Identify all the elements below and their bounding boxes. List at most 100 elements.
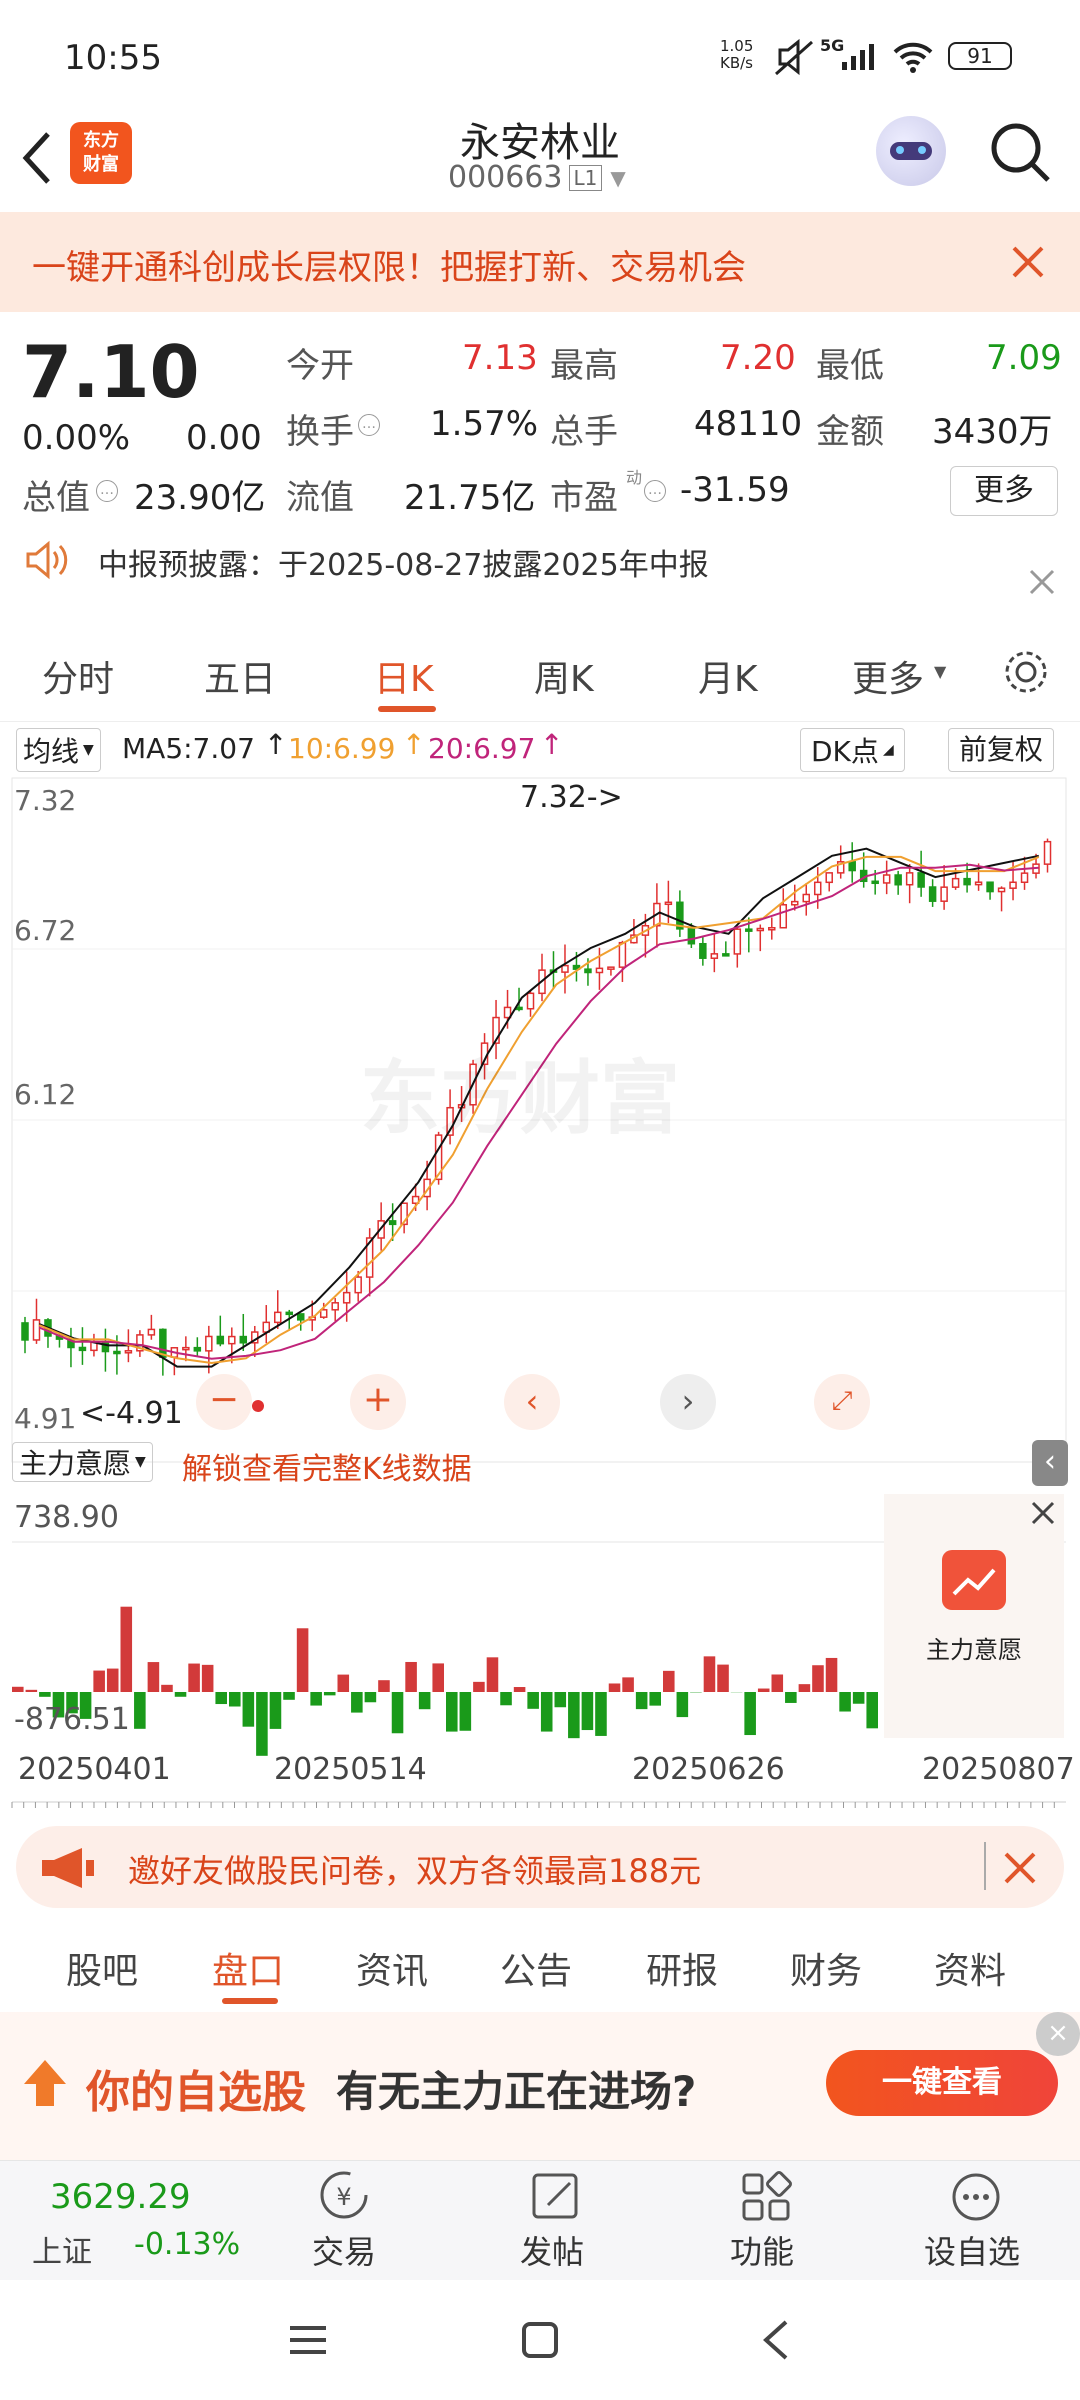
trade-icon[interactable]: ¥ xyxy=(316,2167,372,2223)
chevron-down-icon[interactable]: ▼ xyxy=(610,166,625,190)
trend-icon xyxy=(942,1550,1006,1610)
index-value[interactable]: 3629.29 xyxy=(50,2177,191,2217)
kline-svg[interactable] xyxy=(0,772,1080,1922)
tab-more[interactable]: 更多 xyxy=(852,650,924,702)
candle-body xyxy=(802,893,810,903)
index-pct: -0.13% xyxy=(134,2227,241,2262)
assistant-avatar[interactable] xyxy=(876,116,946,186)
date-label: 20250626 xyxy=(632,1752,785,1787)
dock-add-watch[interactable]: 设自选 xyxy=(924,2227,1020,2273)
candle-body xyxy=(791,900,799,906)
tab-announcement[interactable]: 公告 xyxy=(500,1942,572,1994)
candle-body xyxy=(963,877,971,886)
flow-bar xyxy=(676,1692,689,1718)
date-label: 20250807 xyxy=(922,1752,1075,1787)
tab-pankou[interactable]: 盘口 xyxy=(212,1942,284,1994)
signal-icon xyxy=(842,44,874,70)
candle-body xyxy=(756,927,765,932)
indicator-select[interactable]: 主力意愿 ▼ xyxy=(12,1442,153,1482)
candle-body xyxy=(147,1328,156,1336)
level-badge: L1 xyxy=(568,164,603,191)
expand-icon[interactable]: ⤢ xyxy=(814,1374,870,1430)
tab-zhouk[interactable]: 周K xyxy=(534,650,594,702)
flow-bar xyxy=(12,1686,24,1692)
info-icon[interactable]: … xyxy=(358,414,380,436)
tab-profile[interactable]: 资料 xyxy=(934,1942,1006,1994)
candle-body xyxy=(894,874,902,886)
menu-icon[interactable] xyxy=(288,2320,328,2360)
dk-label: DK点 xyxy=(811,735,879,768)
zoom-in-button[interactable]: + xyxy=(350,1374,406,1430)
candle-body xyxy=(526,992,535,1010)
view-button[interactable]: 一键查看 xyxy=(826,2050,1058,2116)
search-icon[interactable] xyxy=(988,120,1054,186)
close-icon[interactable] xyxy=(1030,1500,1056,1526)
close-icon[interactable] xyxy=(1000,1848,1040,1888)
back-icon[interactable] xyxy=(18,128,58,188)
chevron-down-icon[interactable]: ▼ xyxy=(934,662,946,681)
zoom-out-button[interactable]: − xyxy=(196,1374,252,1430)
flow-bar xyxy=(812,1665,824,1692)
flow-bar xyxy=(649,1692,661,1706)
date-label: 20250514 xyxy=(274,1752,427,1787)
flow-bar xyxy=(757,1688,770,1692)
candle-body xyxy=(101,1340,110,1353)
candle-body xyxy=(1009,881,1017,889)
close-icon[interactable]: × xyxy=(1036,2012,1080,2056)
flow-bar xyxy=(473,1681,485,1692)
invite-promo[interactable]: 邀好友做股民问卷，双方各领最高188元 xyxy=(16,1826,1064,1908)
flow-bar xyxy=(378,1680,390,1692)
flow-bar xyxy=(771,1674,784,1692)
last-price: 7.10 xyxy=(22,330,200,414)
home-icon[interactable] xyxy=(520,2320,560,2360)
notice-bar[interactable]: 中报预披露：于2025-08-27披露2025年中报 xyxy=(0,530,1080,622)
adjust-button[interactable]: 前复权 xyxy=(948,728,1055,772)
tab-rik[interactable]: 日K xyxy=(374,650,434,702)
candle-body xyxy=(687,928,696,945)
tab-finance[interactable]: 财务 xyxy=(790,1942,862,1994)
unlock-link[interactable]: 解锁查看完整K线数据 xyxy=(182,1444,472,1488)
candle-body xyxy=(182,1346,190,1351)
dock-trade[interactable]: 交易 xyxy=(312,2227,376,2273)
scroll-right-button[interactable]: › xyxy=(660,1374,716,1430)
close-icon[interactable] xyxy=(1028,568,1056,596)
dk-button[interactable]: DK点 ◢ xyxy=(800,728,905,772)
candle-body xyxy=(813,881,822,896)
post-icon[interactable] xyxy=(528,2169,584,2225)
dock-function[interactable]: 功能 xyxy=(730,2227,794,2273)
candle-body xyxy=(216,1335,225,1345)
collapse-icon[interactable]: ‹ xyxy=(1032,1440,1068,1486)
candle-body xyxy=(561,964,569,973)
kline-chart-area: 均线 ▼ MA5:7.07 ↑ 10:6.99 ↑ 20:6.97 ↑ DK点 ◢ … xyxy=(0,722,1080,1822)
tab-news[interactable]: 资讯 xyxy=(356,1942,428,1994)
dock-post[interactable]: 发帖 xyxy=(520,2227,584,2273)
ma10-label: 10:6.99 xyxy=(288,732,396,765)
info-icon[interactable]: … xyxy=(644,480,666,502)
more-button[interactable]: 更多 xyxy=(950,466,1058,516)
tab-fenshi[interactable]: 分时 xyxy=(42,650,114,702)
scroll-left-button[interactable]: ‹ xyxy=(504,1374,560,1430)
candle-body xyxy=(228,1335,236,1345)
back-icon[interactable] xyxy=(758,2318,794,2362)
flow-bar xyxy=(486,1657,499,1692)
promo-banner[interactable]: 一键开通科创成长层权限！把握打新、交易机会 xyxy=(0,212,1080,312)
tab-guba[interactable]: 股吧 xyxy=(66,1942,138,1994)
ma-select[interactable]: 均线 ▼ xyxy=(16,728,101,772)
candle-body xyxy=(607,966,615,970)
more-icon[interactable] xyxy=(948,2169,1004,2225)
tab-research[interactable]: 研报 xyxy=(646,1942,718,1994)
gear-icon[interactable] xyxy=(1000,646,1052,698)
tab-yuek[interactable]: 月K xyxy=(698,650,758,702)
close-icon[interactable] xyxy=(1008,242,1048,282)
info-icon[interactable]: … xyxy=(96,480,118,502)
float-value: 21.75亿 xyxy=(404,478,536,518)
sub-overlay[interactable]: 主力意愿 xyxy=(884,1494,1064,1738)
candle-body xyxy=(825,872,833,884)
apps-icon[interactable] xyxy=(738,2169,794,2225)
flow-bar xyxy=(581,1692,594,1731)
candle-body xyxy=(882,874,891,884)
tab-wuri[interactable]: 五日 xyxy=(204,650,276,702)
candle-body xyxy=(515,1006,523,1011)
active-tab-indicator xyxy=(222,1998,278,2004)
main-force-ad[interactable]: 你的自选股 有无主力正在进场? 一键查看 × xyxy=(0,2012,1080,2162)
